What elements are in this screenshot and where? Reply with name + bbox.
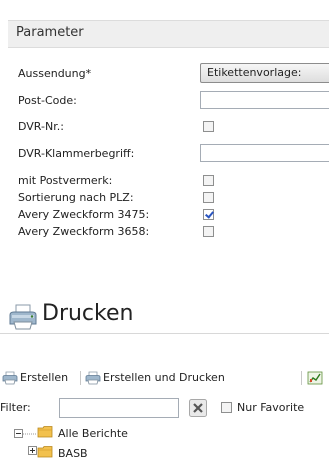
folder-icon <box>37 446 53 458</box>
parameter-header: Parameter <box>8 20 329 48</box>
aussendung-row: Aussendung* <box>18 65 91 83</box>
create-print-printer-icon[interactable] <box>85 371 101 385</box>
favorites-label: Nur Favorite <box>237 401 305 414</box>
post-code-label: Post-Code: <box>18 94 77 107</box>
avery-3658-row: Avery Zweckform 3658: <box>18 223 149 241</box>
divider <box>0 333 329 334</box>
collapse-icon[interactable] <box>14 429 23 438</box>
post-code-row: Post-Code: <box>18 92 77 110</box>
toolbar-separator <box>301 371 302 385</box>
excel-export-icon[interactable] <box>307 371 323 385</box>
clear-filter-icon[interactable] <box>189 399 207 417</box>
tree-connector <box>23 433 37 435</box>
dvr-nr-checkbox[interactable] <box>203 121 214 132</box>
parameter-title: Parameter <box>16 25 84 40</box>
create-and-print-button[interactable]: Erstellen und Drucken <box>103 370 225 386</box>
dvr-klammerbegriff-label: DVR-Klammerbegriff: <box>18 147 135 160</box>
avery-3475-row: Avery Zweckform 3475: <box>18 206 149 224</box>
sortierung-row: Sortierung nach PLZ: <box>18 189 134 207</box>
favorites-checkbox[interactable] <box>221 402 232 413</box>
aussendung-label: Aussendung* <box>18 67 92 80</box>
create-printer-icon[interactable] <box>2 371 18 385</box>
sortierung-label: Sortierung nach PLZ: <box>18 191 134 204</box>
print-title: Drucken <box>42 301 134 326</box>
avery-3658-label: Avery Zweckform 3658: <box>18 225 150 238</box>
filter-label: Filter: <box>0 401 31 414</box>
toolbar-separator <box>80 371 81 385</box>
dvr-klammerbegriff-row: DVR-Klammerbegriff: <box>18 145 134 163</box>
create-button[interactable]: Erstellen <box>20 370 68 386</box>
postvermerk-row: mit Postvermerk: <box>18 172 112 190</box>
filter-input[interactable] <box>59 398 179 418</box>
postvermerk-label: mit Postvermerk: <box>18 174 113 187</box>
post-code-input[interactable] <box>200 91 329 109</box>
avery-3658-checkbox[interactable] <box>203 226 214 237</box>
avery-3475-label: Avery Zweckform 3475: <box>18 208 150 221</box>
aussendung-select[interactable]: Etikettenvorlage: <box>200 63 329 83</box>
postvermerk-checkbox[interactable] <box>203 175 214 186</box>
expand-icon[interactable] <box>28 446 37 455</box>
dvr-nr-label: DVR-Nr.: <box>18 120 64 133</box>
tree-child-label[interactable]: BASB <box>58 447 88 461</box>
sortierung-checkbox[interactable] <box>203 192 214 203</box>
printer-icon <box>9 304 37 330</box>
dvr-klammerbegriff-input[interactable] <box>200 144 329 162</box>
folder-icon <box>37 426 53 438</box>
avery-3475-checkbox[interactable] <box>203 209 214 220</box>
tree-root-label[interactable]: Alle Berichte <box>58 427 128 441</box>
dvr-nr-row: DVR-Nr.: <box>18 118 64 136</box>
